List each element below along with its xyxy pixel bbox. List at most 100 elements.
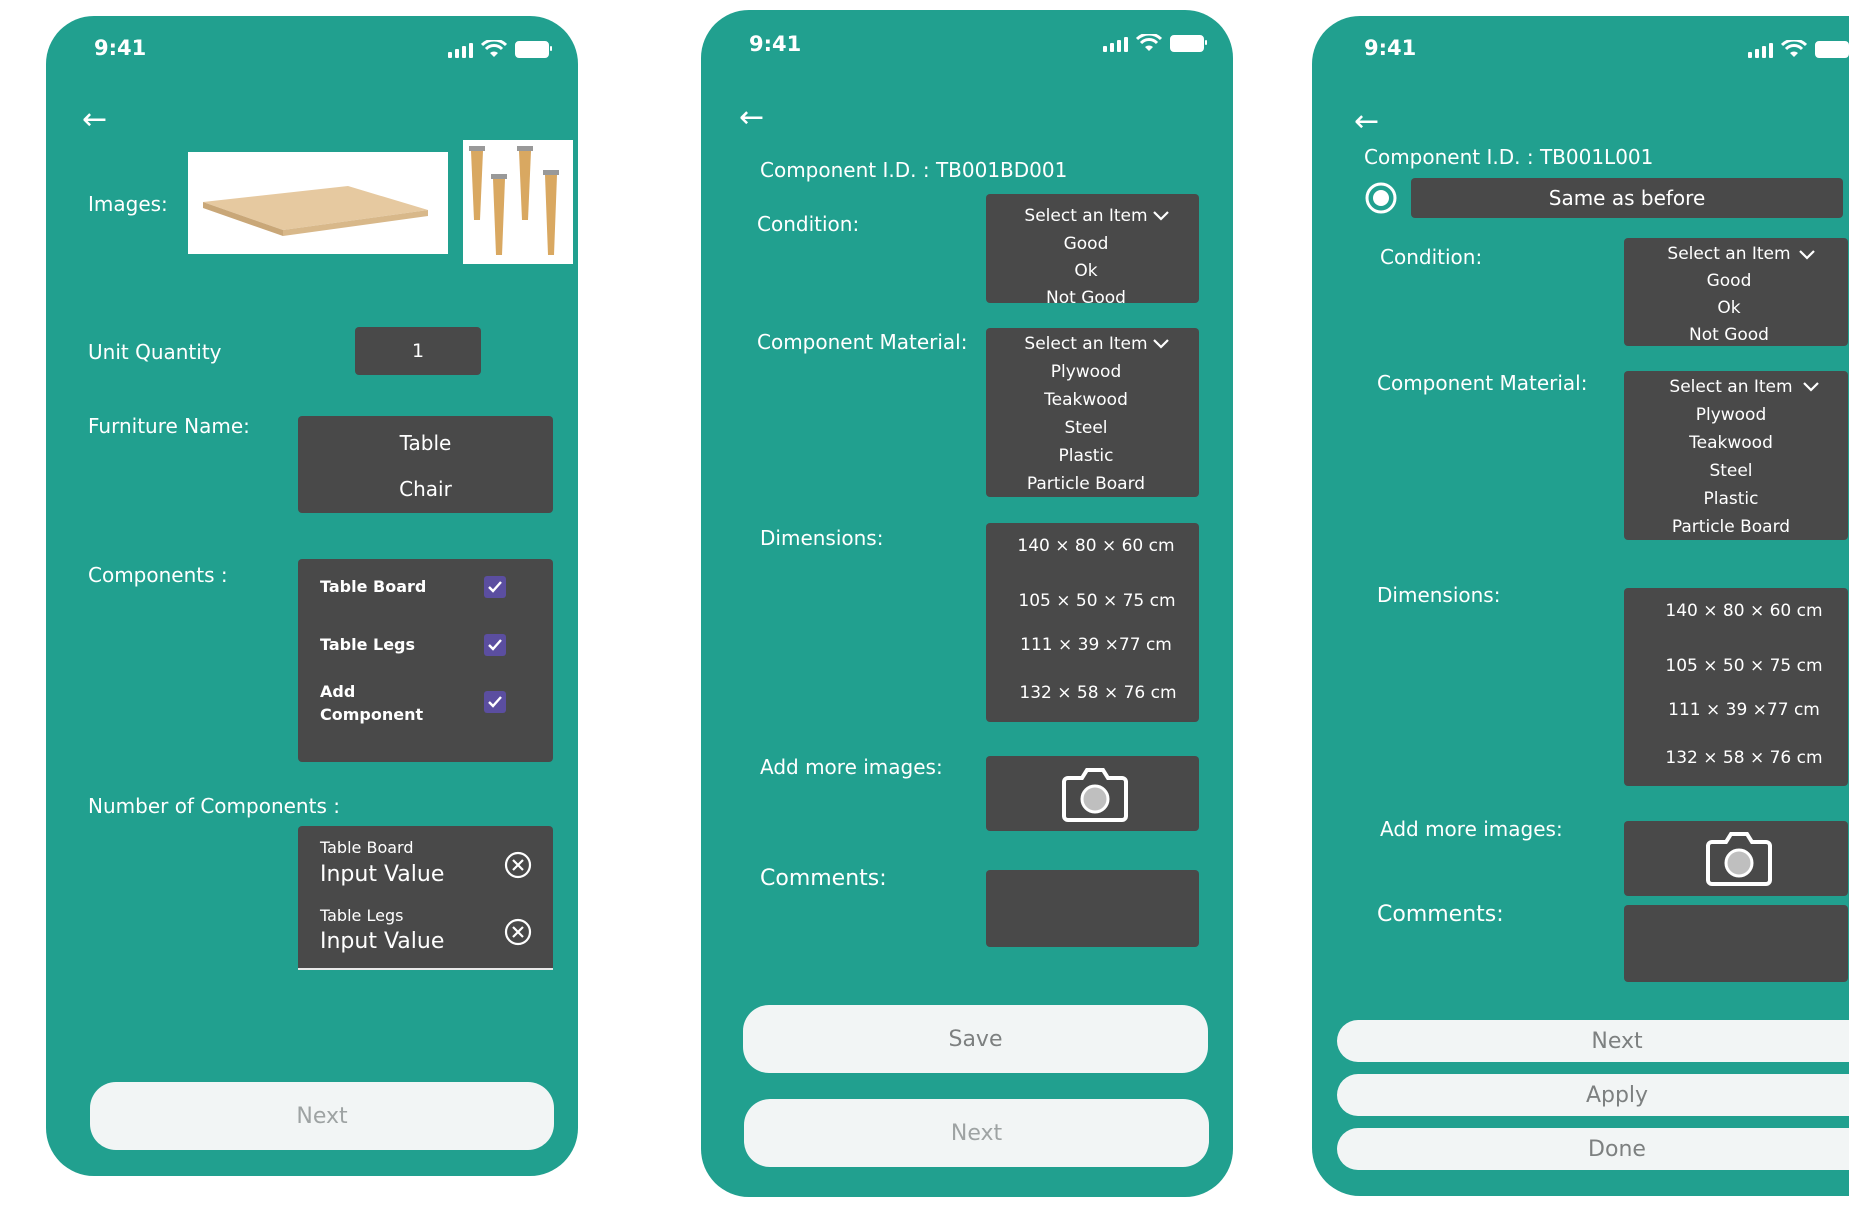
furniture-option-table[interactable]: Table xyxy=(298,431,553,455)
material-option-plywood[interactable]: Plywood xyxy=(986,362,1186,382)
material-option-teakwood[interactable]: Teakwood xyxy=(986,390,1186,410)
save-button[interactable]: Save xyxy=(743,1005,1208,1073)
checkmark-icon xyxy=(488,696,502,708)
screen-component-details: 9:41 ← Component I.D. : TB001BD001 Condi… xyxy=(701,10,1233,1197)
signal-icon xyxy=(448,43,473,58)
material-option-steel[interactable]: Steel xyxy=(986,418,1186,438)
furniture-name-label: Furniture Name: xyxy=(88,414,250,438)
comments-input[interactable] xyxy=(1624,905,1848,982)
condition-option-good[interactable]: Good xyxy=(986,234,1186,254)
battery-icon xyxy=(1170,35,1207,52)
status-time: 9:41 xyxy=(749,32,802,56)
comments-input[interactable] xyxy=(986,870,1199,947)
dimension-option[interactable]: 105 × 50 × 75 cm xyxy=(986,591,1208,611)
screen-furniture-details: 9:41 ← Images: Unit Quantity 1 Furniture… xyxy=(46,16,578,1176)
next-button[interactable]: Next xyxy=(1337,1020,1849,1062)
component-table-legs-label: Table Legs xyxy=(320,635,416,654)
dimension-option[interactable]: 132 × 58 × 76 cm xyxy=(986,683,1210,703)
material-option-plywood[interactable]: Plywood xyxy=(1624,405,1838,425)
next-button[interactable]: Next xyxy=(90,1082,554,1150)
wifi-icon xyxy=(1136,34,1162,51)
clear-circle-icon[interactable] xyxy=(503,850,533,880)
chevron-down-icon[interactable] xyxy=(1798,249,1816,261)
screen-component-details-copy: 9:41 ← Component I.D. : TB001L001 Same a… xyxy=(1312,16,1849,1196)
table-legs-image[interactable] xyxy=(463,140,573,264)
components-label: Components : xyxy=(88,563,228,587)
apply-button[interactable]: Apply xyxy=(1337,1074,1849,1116)
clear-circle-icon[interactable] xyxy=(503,917,533,947)
furniture-name-list: Table Chair xyxy=(298,416,553,513)
material-dropdown[interactable]: Select an Item Plywood Teakwood Steel Pl… xyxy=(986,328,1199,497)
material-option-particle-board[interactable]: Particle Board xyxy=(1624,517,1838,537)
images-label: Images: xyxy=(88,192,168,216)
dimension-option[interactable]: 132 × 58 × 76 cm xyxy=(1624,748,1849,768)
unit-quantity-input[interactable]: 1 xyxy=(355,327,481,375)
material-option-steel[interactable]: Steel xyxy=(1624,461,1838,481)
material-dropdown[interactable]: Select an Item Plywood Teakwood Steel Pl… xyxy=(1624,371,1848,540)
material-option-plastic[interactable]: Plastic xyxy=(1624,489,1838,509)
dimension-option[interactable]: 111 × 39 ×77 cm xyxy=(1624,700,1849,720)
camera-icon xyxy=(1706,832,1772,886)
condition-dropdown[interactable]: Select an Item Good Ok Not Good xyxy=(986,194,1199,308)
add-images-button[interactable] xyxy=(986,756,1199,831)
number-field-table-legs-input[interactable]: Input Value xyxy=(320,929,444,954)
wifi-icon xyxy=(1781,40,1807,57)
camera-icon xyxy=(1062,768,1128,822)
condition-option-ok[interactable]: Ok xyxy=(1624,298,1834,318)
material-option-teakwood[interactable]: Teakwood xyxy=(1624,433,1838,453)
number-field-table-board-label: Table Board xyxy=(320,838,414,857)
status-time: 9:41 xyxy=(94,36,147,60)
chevron-down-icon[interactable] xyxy=(1152,210,1170,222)
number-components-fields: Table Board Input Value Table Legs Input… xyxy=(298,826,553,970)
signal-icon xyxy=(1103,37,1128,52)
component-table-legs-checkbox[interactable] xyxy=(484,634,506,656)
comments-label: Comments: xyxy=(760,866,887,891)
add-images-label: Add more images: xyxy=(1380,817,1563,841)
condition-option-not-good[interactable]: Not Good xyxy=(1624,325,1834,345)
number-field-table-legs-label: Table Legs xyxy=(320,906,404,925)
unit-quantity-label: Unit Quantity xyxy=(88,340,222,364)
add-images-label: Add more images: xyxy=(760,755,943,779)
dimension-option[interactable]: 111 × 39 ×77 cm xyxy=(986,635,1206,655)
condition-option-ok[interactable]: Ok xyxy=(986,261,1186,281)
status-icons xyxy=(1103,34,1207,52)
material-option-particle-board[interactable]: Particle Board xyxy=(986,474,1186,494)
status-icons xyxy=(1748,40,1849,58)
dimensions-list: 140 × 80 × 60 cm 105 × 50 × 75 cm 111 × … xyxy=(1624,588,1848,786)
done-button[interactable]: Done xyxy=(1337,1128,1849,1170)
condition-label: Condition: xyxy=(1380,245,1483,269)
material-label: Component Material: xyxy=(757,330,968,354)
checkmark-icon xyxy=(488,639,502,651)
condition-option-good[interactable]: Good xyxy=(1624,271,1834,291)
chevron-down-icon[interactable] xyxy=(1802,381,1820,393)
condition-option-not-good[interactable]: Not Good xyxy=(986,288,1186,308)
table-board-image[interactable] xyxy=(188,152,448,254)
dimensions-label: Dimensions: xyxy=(1377,583,1501,607)
back-arrow-icon[interactable]: ← xyxy=(82,105,107,135)
dimension-option[interactable]: 140 × 80 × 60 cm xyxy=(986,536,1206,556)
chevron-down-icon[interactable] xyxy=(1152,338,1170,350)
comments-label: Comments: xyxy=(1377,902,1504,927)
component-table-board-checkbox[interactable] xyxy=(484,576,506,598)
battery-icon xyxy=(1815,41,1849,58)
condition-dropdown[interactable]: Select an Item Good Ok Not Good xyxy=(1624,238,1848,346)
dimensions-list: 140 × 80 × 60 cm 105 × 50 × 75 cm 111 × … xyxy=(986,523,1199,722)
same-as-before-button[interactable]: Same as before xyxy=(1411,178,1843,218)
furniture-option-chair[interactable]: Chair xyxy=(298,477,553,501)
material-option-plastic[interactable]: Plastic xyxy=(986,446,1186,466)
material-label: Component Material: xyxy=(1377,371,1588,395)
component-table-board-label: Table Board xyxy=(320,577,427,596)
dimensions-label: Dimensions: xyxy=(760,526,884,550)
next-button[interactable]: Next xyxy=(744,1099,1209,1167)
status-icons xyxy=(448,40,552,58)
component-add-checkbox[interactable] xyxy=(484,691,506,713)
back-arrow-icon[interactable]: ← xyxy=(1354,107,1379,137)
battery-icon xyxy=(515,41,552,58)
radio-selected-icon[interactable] xyxy=(1364,181,1398,215)
add-images-button[interactable] xyxy=(1624,821,1848,896)
dimension-option[interactable]: 105 × 50 × 75 cm xyxy=(1624,656,1849,676)
back-arrow-icon[interactable]: ← xyxy=(739,103,764,133)
dimension-option[interactable]: 140 × 80 × 60 cm xyxy=(1624,601,1849,621)
signal-icon xyxy=(1748,43,1773,58)
number-field-table-board-input[interactable]: Input Value xyxy=(320,862,444,887)
